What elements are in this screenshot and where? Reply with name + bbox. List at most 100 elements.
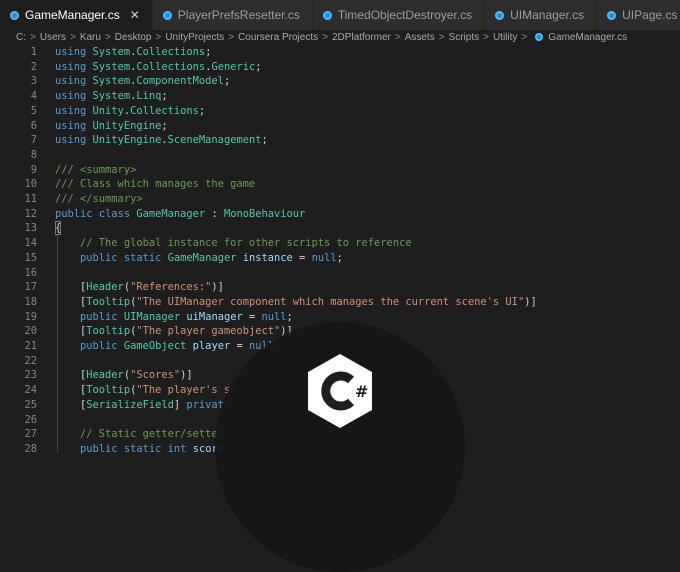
breadcrumb-item[interactable]: Karu: [80, 32, 101, 43]
breadcrumb-item[interactable]: Coursera Projects: [238, 32, 318, 43]
code-text: [Header("Scores")]: [55, 368, 193, 383]
breadcrumb-item[interactable]: C:: [16, 32, 26, 43]
breadcrumb-item[interactable]: Desktop: [115, 32, 152, 43]
code-line[interactable]: 15 public static GameManager instance = …: [0, 251, 680, 266]
code-token: Collections: [130, 104, 199, 117]
code-token: "The player's sc: [136, 384, 237, 397]
line-number: 25: [24, 398, 37, 411]
code-token: using: [55, 134, 87, 147]
code-text: [Tooltip("The player's sc: [55, 383, 236, 398]
tab-label: UIPage.cs: [622, 8, 678, 22]
code-token: "The player gameobject": [136, 325, 281, 338]
code-token: =: [242, 310, 262, 323]
code-token: Tooltip: [86, 295, 131, 308]
csharp-file-icon: [322, 10, 332, 20]
breadcrumb-separator: >: [438, 31, 445, 43]
line-number: 14: [24, 237, 37, 250]
line-number: 19: [24, 310, 37, 323]
code-token: "References:": [130, 281, 212, 294]
tab-timedobjectdestroyer-cs[interactable]: TimedObjectDestroyer.cs: [312, 0, 486, 30]
code-token: :: [205, 207, 224, 220]
breadcrumb-separator: >: [69, 31, 76, 43]
tab-label: PlayerPrefsResetter.cs: [177, 8, 300, 22]
code-line[interactable]: 12 public class GameManager : MonoBehavio…: [0, 207, 680, 222]
code-text: using UnityEngine;: [55, 119, 168, 134]
code-text: [SerializeField] private: [55, 398, 230, 413]
code-token: null: [311, 251, 337, 264]
breadcrumb-item[interactable]: 2DPlatformer: [332, 32, 391, 43]
code-token: [: [55, 325, 87, 338]
code-token: System: [92, 90, 131, 103]
code-line[interactable]: 11 /// </summary>: [0, 192, 680, 207]
line-number: 26: [24, 413, 37, 426]
line-number: 24: [24, 384, 37, 397]
tab-uipage-cs[interactable]: UIPage.cs: [597, 0, 680, 30]
line-number: 8: [30, 148, 37, 161]
code-line[interactable]: 6 using UnityEngine;: [0, 119, 680, 134]
code-line[interactable]: 7 using UnityEngine.SceneManagement;: [0, 133, 680, 148]
csharp-file-icon: [162, 10, 172, 20]
code-line[interactable]: 1 using System.Collections;: [0, 45, 680, 60]
close-tab-icon[interactable]: ✕: [130, 8, 140, 22]
code-text: public UIManager uiManager = null;: [55, 310, 293, 325]
tab-gamemanager-cs[interactable]: GameManager.cs ✕: [0, 0, 153, 30]
code-line[interactable]: 18 [Tooltip("The UIManager component whi…: [0, 295, 680, 310]
code-token: Tooltip: [86, 384, 131, 397]
line-number: 6: [30, 119, 37, 132]
code-line[interactable]: 4 using System.Linq;: [0, 89, 680, 104]
breadcrumb-item[interactable]: GameManager.cs: [548, 32, 627, 43]
code-line[interactable]: 2 using System.Collections.Generic;: [0, 60, 680, 75]
breadcrumb-item[interactable]: UnityProjects: [165, 32, 224, 43]
code-token: ;: [261, 134, 268, 147]
code-token: ;: [286, 310, 293, 323]
line-number: 20: [24, 325, 37, 338]
line-number: 17: [24, 281, 37, 294]
code-token: )]: [524, 295, 537, 308]
code-line[interactable]: 10 /// Class which manages the game: [0, 177, 680, 192]
code-token: ;: [255, 60, 262, 73]
tab-playerprefsresetter-cs[interactable]: PlayerPrefsResetter.cs: [152, 0, 313, 30]
code-line[interactable]: 3 using System.ComponentModel;: [0, 74, 680, 89]
code-token: Collections: [136, 46, 206, 58]
code-text: using System.ComponentModel;: [55, 74, 230, 89]
code-line[interactable]: 5 using Unity.Collections;: [0, 104, 680, 119]
breadcrumb-item[interactable]: Assets: [405, 32, 435, 43]
breadcrumb-separator: >: [521, 31, 528, 43]
code-text: /// Class which manages the game: [55, 177, 255, 192]
code-line[interactable]: 14 // The global instance for other scri…: [0, 236, 680, 251]
code-line[interactable]: 17 [Header("References:")]: [0, 280, 680, 295]
code-line[interactable]: 8: [0, 148, 680, 163]
code-token: Unity: [92, 104, 124, 117]
code-text: using UnityEngine.SceneManagement;: [55, 133, 268, 148]
code-token: using: [55, 46, 87, 58]
line-number: 27: [24, 428, 37, 441]
code-token: GameObject: [123, 340, 187, 352]
code-token: "The UIManager component which manages t…: [136, 295, 525, 308]
code-token: Header: [86, 281, 124, 294]
code-token: =: [292, 251, 312, 264]
code-token: Header: [86, 369, 124, 382]
breadcrumb-separator: >: [155, 31, 162, 43]
breadcrumb-item[interactable]: Scripts: [449, 32, 480, 43]
code-line[interactable]: 16: [0, 266, 680, 281]
code-token: using: [55, 60, 87, 73]
code-line[interactable]: 9 /// <summary>: [0, 163, 680, 178]
code-token: Collections: [136, 60, 206, 73]
code-token: )]: [211, 281, 224, 294]
code-text: /// </summary>: [55, 192, 143, 207]
tab-uimanager-cs[interactable]: UIManager.cs: [485, 0, 598, 30]
editor-tab-bar: GameManager.cs ✕ PlayerPrefsResetter.cs Tim…: [0, 0, 680, 30]
code-token: UIManager: [123, 310, 181, 323]
code-token: /// </summary>: [55, 193, 143, 205]
code-text: public static GameManager instance = nul…: [55, 251, 343, 266]
code-token: ;: [161, 119, 168, 132]
code-text: using System.Linq;: [55, 89, 168, 104]
breadcrumb-item[interactable]: Users: [40, 32, 66, 43]
breadcrumb: C: > Users > Karu > Desktop > UnityProjects > Cour…: [0, 30, 680, 44]
code-line[interactable]: 13 {: [0, 221, 680, 236]
breadcrumb-item[interactable]: Utility: [493, 32, 517, 43]
tab-label: TimedObjectDestroyer.cs: [337, 8, 473, 22]
